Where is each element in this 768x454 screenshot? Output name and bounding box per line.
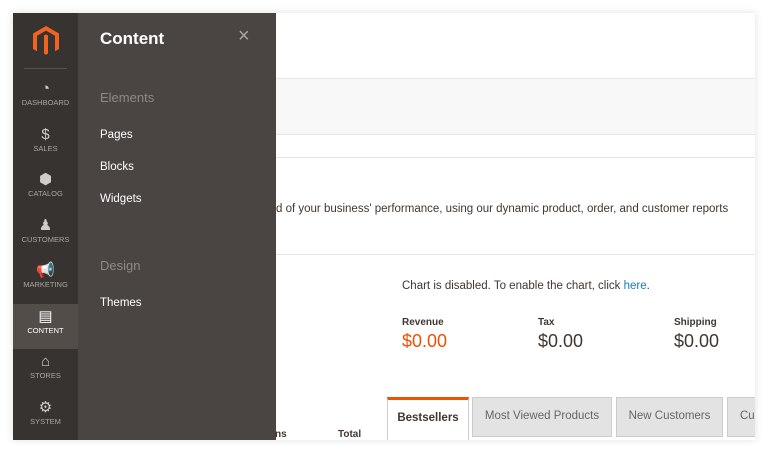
metric-value: $0.00 (402, 331, 448, 351)
storefront-icon: ⌂ (40, 353, 51, 370)
nav-item-label: CUSTOMERS (21, 234, 70, 244)
column-header-total: Total (338, 429, 362, 440)
chart-msg-end: . (646, 280, 650, 292)
tab-customers[interactable]: Cus (727, 397, 755, 437)
section-design: Design (100, 258, 141, 273)
nav-item-label: CATALOG (28, 189, 63, 198)
enable-chart-link[interactable]: here (624, 280, 647, 292)
nav-item-label: MARKETING (23, 280, 68, 289)
nav-item-label: DASHBOARD (21, 98, 70, 107)
nav-item-content[interactable]: ▤ CONTENT (13, 303, 78, 349)
nav-item-label: CONTENT (27, 325, 64, 335)
content-flyout: Content × Elements Pages Blocks Widgets … (78, 13, 276, 440)
flyout-title: Content (100, 29, 165, 48)
megaphone-icon: 📢 (36, 262, 55, 279)
magento-logo[interactable] (31, 25, 61, 57)
dollar-icon: $ (41, 125, 50, 143)
column-header: ns (275, 429, 287, 440)
divider (276, 254, 755, 255)
metric-value: $0.00 (674, 331, 720, 351)
nav-item-stores[interactable]: ⌂ STORES (13, 349, 78, 394)
person-icon: ♟ (38, 216, 53, 234)
divider (276, 157, 755, 158)
metric-label: Tax (538, 317, 555, 328)
chart-disabled-message: Chart is disabled. To enable the chart, … (402, 280, 650, 292)
link-widgets[interactable]: Widgets (100, 193, 142, 205)
admin-window: ◔ DASHBOARD $ SALES ⬢ CATALOG ♟ CUSTOMERS 📢 MARKE… (13, 13, 755, 440)
main-nav: ◔ DASHBOARD $ SALES ⬢ CATALOG ♟ CUSTOMERS 📢 MARKE… (13, 13, 78, 440)
nav-item-label: STORES (30, 371, 61, 380)
close-icon[interactable]: × (238, 25, 250, 48)
nav-item-sales[interactable]: $ SALES (13, 122, 78, 167)
link-pages[interactable]: Pages (100, 129, 133, 141)
nav-item-catalog[interactable]: ⬢ CATALOG (13, 167, 78, 212)
dashboard-main: d of your business' performance, using o… (275, 13, 755, 440)
nav-item-customers[interactable]: ♟ CUSTOMERS (13, 213, 78, 258)
dashboard-description: d of your business' performance, using o… (276, 203, 729, 215)
metric-shipping: Shipping $0.00 (674, 317, 719, 352)
section-elements: Elements (100, 90, 155, 105)
metric-revenue: Revenue $0.00 (402, 317, 447, 352)
chart-msg-text: Chart is disabled. To enable the chart, … (402, 280, 624, 292)
metric-tax: Tax $0.00 (538, 317, 583, 352)
nav-item-label: SALES (33, 143, 58, 153)
metric-label: Shipping (674, 317, 717, 328)
metric-value: $0.00 (538, 331, 584, 351)
nav-item-label: SYSTEM (30, 416, 61, 426)
tab-most-viewed-products[interactable]: Most Viewed Products (472, 397, 612, 437)
tab-bestsellers[interactable]: Bestsellers (387, 397, 469, 440)
header-band (276, 78, 755, 135)
nav-item-dashboard[interactable]: ◔ DASHBOARD (13, 76, 78, 121)
link-themes[interactable]: Themes (100, 297, 142, 309)
metric-label: Revenue (402, 317, 444, 328)
nav-divider (24, 68, 67, 69)
box-icon: ⬢ (38, 171, 53, 188)
gear-icon: ⚙ (38, 398, 53, 416)
nav-item-marketing[interactable]: 📢 MARKETING (13, 258, 78, 303)
dashboard-icon: ◔ (40, 80, 51, 97)
link-blocks[interactable]: Blocks (100, 161, 134, 173)
nav-item-system[interactable]: ⚙ SYSTEM (13, 395, 78, 440)
tab-new-customers[interactable]: New Customers (616, 397, 723, 437)
layout-icon: ▤ (38, 307, 53, 325)
